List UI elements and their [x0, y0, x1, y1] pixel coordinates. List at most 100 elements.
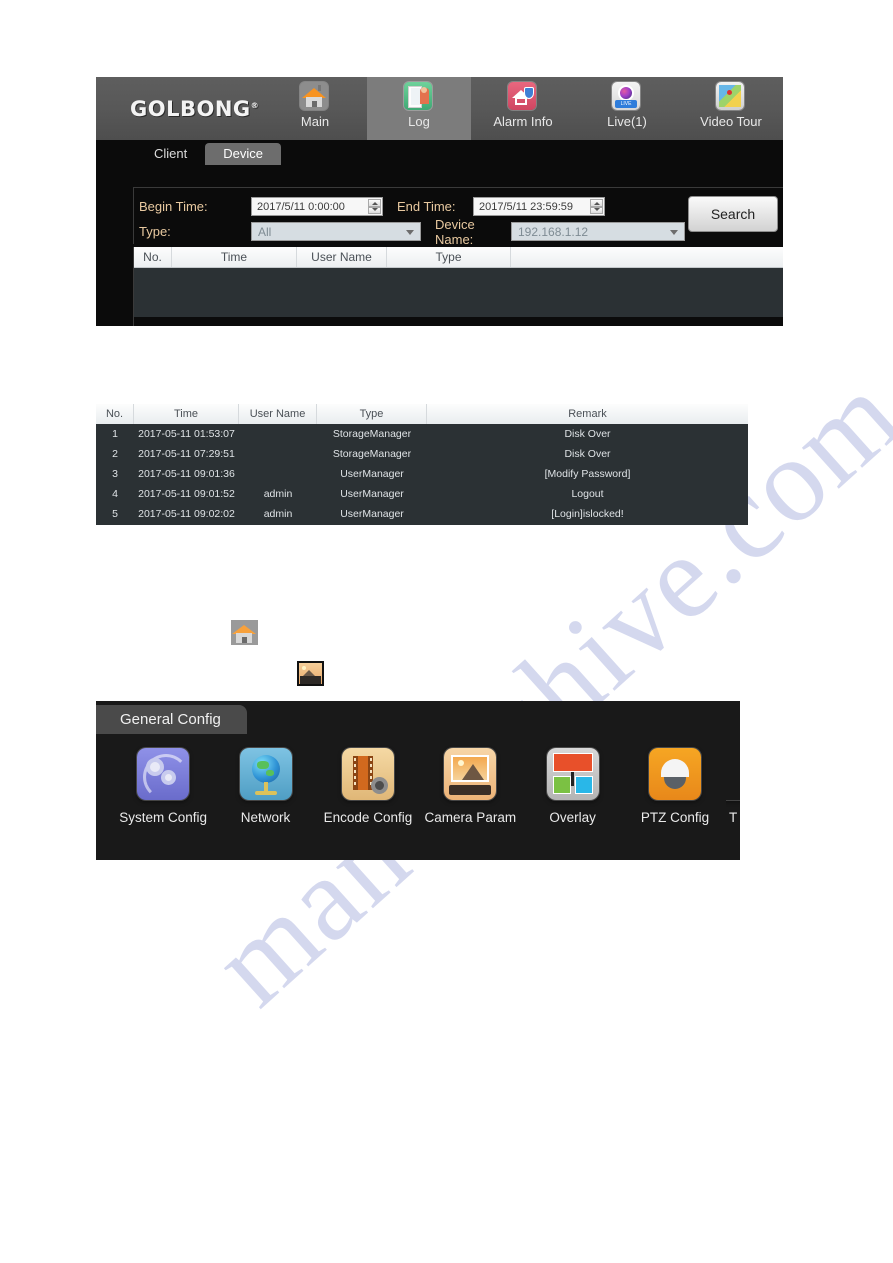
nav-tab-main-label: Main [300, 114, 330, 129]
log-empty-table-body [134, 268, 783, 317]
search-row-time: Begin Time: 2017/5/11 0:00:00 End Time: … [134, 194, 783, 219]
type-label: Type: [139, 224, 171, 239]
overlay-blocks-icon [546, 748, 599, 800]
nav-tab-log[interactable]: Log [367, 77, 471, 140]
end-time-input[interactable]: 2017/5/11 23:59:59 [473, 197, 605, 216]
col-no: No. [134, 247, 172, 267]
type-value: All [258, 224, 272, 239]
nav-tab-alarm-info-label: Alarm Info [493, 114, 553, 129]
end-time-label: End Time: [397, 199, 456, 214]
device-name-label: Device Name: [435, 216, 475, 247]
nav-tab-live[interactable]: LIVE Live(1) [575, 77, 679, 140]
cell-time: 2017-05-11 09:01:52 [138, 488, 235, 500]
begin-time-label: Begin Time: [139, 199, 208, 214]
live-camera-icon: LIVE [612, 82, 642, 112]
cell-remark: Logout [571, 488, 604, 500]
type-select[interactable]: All [251, 222, 421, 241]
begin-time-value: 2017/5/11 0:00:00 [257, 200, 345, 213]
log-empty-table: No. Time User Name Type [133, 247, 783, 326]
config-item-clipped-label: T [729, 810, 738, 825]
config-item-network-label: Network [240, 810, 291, 825]
table-row[interactable]: 5 2017-05-11 09:02:02 admin UserManager … [96, 504, 748, 524]
results-col-user-name: User Name [239, 404, 317, 424]
config-item-system-config[interactable]: System Config [112, 748, 214, 825]
config-tab-bar: General Config [96, 701, 740, 734]
log-results-table: No. Time User Name Type Remark 1 2017-05… [96, 404, 748, 525]
col-time: Time [172, 247, 297, 267]
house-icon [300, 82, 330, 112]
results-col-type: Type [317, 404, 427, 424]
encode-film-icon [341, 748, 394, 800]
col-user-name: User Name [297, 247, 387, 267]
tab-general-config[interactable]: General Config [96, 705, 247, 734]
config-item-clipped[interactable]: T [726, 748, 740, 825]
col-type: Type [387, 247, 511, 267]
config-item-encode-config-label: Encode Config [323, 810, 413, 825]
sub-tab-client[interactable]: Client [136, 143, 205, 165]
config-item-network[interactable]: Network [214, 748, 316, 825]
config-item-ptz-config[interactable]: PTZ Config [624, 748, 726, 825]
config-item-encode-config[interactable]: Encode Config [317, 748, 419, 825]
map-tour-icon [716, 82, 746, 112]
begin-time-stepper[interactable] [368, 199, 381, 214]
cell-remark: [Login]islocked! [551, 508, 624, 520]
cell-no: 2 [112, 448, 118, 460]
cell-remark: Disk Over [564, 448, 611, 460]
cell-no: 1 [112, 428, 118, 440]
cell-no: 5 [112, 508, 118, 520]
log-empty-table-header: No. Time User Name Type [134, 247, 783, 268]
camera-photo-icon [444, 748, 497, 800]
cell-no: 4 [112, 488, 118, 500]
cell-time: 2017-05-11 09:02:02 [138, 508, 235, 520]
camera-param-icon [297, 661, 324, 686]
brand-logo: GOLBONG® [96, 77, 263, 140]
cell-type: UserManager [340, 508, 404, 520]
table-row[interactable]: 2 2017-05-11 07:29:51 StorageManager Dis… [96, 444, 748, 464]
results-col-time: Time [134, 404, 239, 424]
nav-tab-alarm-info[interactable]: Alarm Info [471, 77, 575, 140]
cell-type: UserManager [340, 468, 404, 480]
log-book-icon [404, 82, 434, 112]
cell-remark: Disk Over [564, 428, 611, 440]
table-row[interactable]: 4 2017-05-11 09:01:52 admin UserManager … [96, 484, 748, 504]
table-row[interactable]: 1 2017-05-11 01:53:07 StorageManager Dis… [96, 424, 748, 444]
results-col-no: No. [96, 404, 134, 424]
cell-type: StorageManager [332, 448, 412, 460]
end-time-stepper[interactable] [590, 199, 603, 214]
app-header: GOLBONG® Main Log Alarm Info LIVE Live(1… [96, 77, 783, 140]
search-button[interactable]: Search [688, 196, 778, 232]
config-item-overlay[interactable]: Overlay [522, 748, 624, 825]
log-search-form: Begin Time: 2017/5/11 0:00:00 End Time: … [133, 187, 783, 247]
config-item-camera-param-label: Camera Param [424, 810, 517, 825]
device-name-value: 192.168.1.12 [518, 224, 589, 239]
network-globe-icon [239, 748, 292, 800]
cell-no: 3 [112, 468, 118, 480]
chevron-down-icon [406, 229, 414, 235]
log-window: GOLBONG® Main Log Alarm Info LIVE Live(1… [96, 77, 783, 326]
device-name-select[interactable]: 192.168.1.12 [511, 222, 685, 241]
chevron-down-icon [670, 229, 678, 235]
cell-user: admin [263, 508, 293, 520]
clipped-icon [726, 748, 740, 800]
nav-tab-main[interactable]: Main [263, 77, 367, 140]
sub-tab-device[interactable]: Device [205, 143, 281, 165]
house-icon [231, 620, 258, 645]
log-sub-tabs: Client Device [96, 140, 783, 165]
results-table-header: No. Time User Name Type Remark [96, 404, 748, 424]
config-item-system-config-label: System Config [119, 810, 208, 825]
nav-tab-log-label: Log [408, 114, 430, 129]
begin-time-input[interactable]: 2017/5/11 0:00:00 [251, 197, 383, 216]
config-item-camera-param[interactable]: Camera Param [419, 748, 521, 825]
nav-tab-video-tour[interactable]: Video Tour [679, 77, 783, 140]
end-time-value: 2017/5/11 23:59:59 [479, 200, 573, 213]
cell-remark: [Modify Password] [544, 468, 631, 480]
results-col-remark: Remark [568, 408, 607, 420]
general-config-panel: General Config System Config Network Enc… [96, 701, 740, 860]
table-row[interactable]: 3 2017-05-11 09:01:36 UserManager [Modif… [96, 464, 748, 484]
cell-type: StorageManager [332, 428, 412, 440]
main-nav-tabs: Main Log Alarm Info LIVE Live(1) Video T… [263, 77, 783, 140]
cell-user: admin [263, 488, 293, 500]
nav-tab-live-label: Live(1) [607, 114, 647, 129]
config-item-overlay-label: Overlay [549, 810, 596, 825]
ptz-dome-icon [649, 748, 702, 800]
